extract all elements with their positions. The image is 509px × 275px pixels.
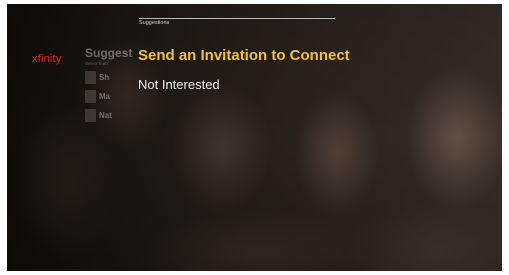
- tv-screen: xfinity Suggest Select from Sh Ma Nat Su…: [7, 4, 502, 271]
- avatar-icon: [85, 71, 96, 84]
- xfinity-logo: xfinity: [32, 53, 62, 65]
- background-dim-overlay: [7, 4, 502, 271]
- avatar-icon: [85, 109, 96, 122]
- suggestion-name: Sh: [99, 73, 110, 82]
- suggestions-panel-subtitle: Select from: [85, 61, 108, 66]
- suggestions-panel-background: Suggest Select from Sh Ma Nat: [85, 46, 132, 123]
- menu-header: Suggestions: [139, 20, 170, 26]
- send-invitation-option[interactable]: Send an Invitation to Connect: [138, 47, 350, 64]
- suggestions-panel-title: Suggest: [85, 46, 133, 60]
- avatar-icon: [85, 90, 96, 103]
- not-interested-option[interactable]: Not Interested: [138, 77, 220, 92]
- suggestion-name: Nat: [99, 111, 112, 120]
- suggestion-row: Nat: [85, 108, 132, 123]
- suggestion-name: Ma: [99, 92, 111, 101]
- suggestion-row: Sh: [85, 70, 132, 85]
- menu-divider: [139, 18, 335, 19]
- suggestion-row: Ma: [85, 89, 132, 104]
